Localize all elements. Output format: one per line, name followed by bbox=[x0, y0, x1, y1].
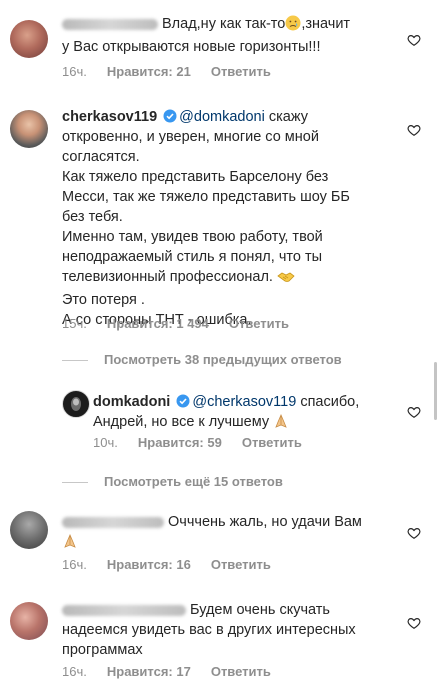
blurred-username bbox=[62, 604, 186, 616]
likes-count[interactable]: Нравится: 17 bbox=[107, 664, 191, 679]
reply-button[interactable]: Ответить bbox=[211, 664, 271, 679]
view-more-replies-button[interactable]: Посмотреть ещё 15 ответов bbox=[62, 474, 283, 489]
mention-link[interactable]: @domkadoni bbox=[179, 109, 265, 125]
scrollbar[interactable] bbox=[434, 362, 437, 420]
avatar[interactable] bbox=[10, 511, 48, 549]
heart-icon[interactable] bbox=[407, 33, 421, 47]
crying-face-emoji bbox=[285, 15, 301, 37]
comment-meta: 16ч. Нравится: 21 Ответить bbox=[62, 64, 291, 79]
blurred-username bbox=[62, 18, 158, 30]
verified-badge-icon bbox=[176, 394, 190, 408]
timestamp: 10ч. bbox=[93, 435, 118, 450]
divider bbox=[62, 360, 88, 362]
comment-meta: 16ч. Нравится: 17 Ответить bbox=[62, 664, 291, 679]
likes-count[interactable]: Нравится: 16 bbox=[107, 557, 191, 572]
reply-button[interactable]: Ответить bbox=[211, 64, 271, 79]
folded-hands-emoji bbox=[62, 533, 78, 555]
avatar[interactable] bbox=[62, 390, 90, 418]
handshake-emoji bbox=[277, 270, 295, 290]
avatar[interactable] bbox=[10, 20, 48, 58]
comment-text: Очччень жаль, но удачи Вам bbox=[62, 512, 402, 555]
heart-icon[interactable] bbox=[407, 123, 421, 137]
comment-meta: 15ч. Нравится: 1 494 Ответить bbox=[62, 316, 309, 331]
verified-badge-icon bbox=[163, 109, 177, 123]
blurred-username bbox=[62, 516, 164, 528]
reply-button[interactable]: Ответить bbox=[242, 435, 302, 450]
likes-count[interactable]: Нравится: 59 bbox=[138, 435, 222, 450]
likes-count[interactable]: Нравится: 1 494 bbox=[107, 316, 209, 331]
username[interactable]: cherkasov119 bbox=[62, 109, 157, 125]
reply-button[interactable]: Ответить bbox=[229, 316, 289, 331]
comment-text: cherkasov119 @domkadoni скажу откровенно… bbox=[62, 109, 350, 328]
avatar[interactable] bbox=[10, 110, 48, 148]
avatar[interactable] bbox=[10, 602, 48, 640]
reply-button[interactable]: Ответить bbox=[211, 557, 271, 572]
mention-link[interactable]: @cherkasov119 bbox=[192, 394, 296, 410]
divider bbox=[62, 482, 88, 484]
timestamp: 16ч. bbox=[62, 557, 87, 572]
comment-meta: 10ч. Нравится: 59 Ответить bbox=[93, 435, 322, 450]
folded-hands-emoji bbox=[273, 413, 289, 435]
comment-meta: 16ч. Нравится: 16 Ответить bbox=[62, 557, 291, 572]
comment-text: Влад,ну как так-то ,значит у Вас открыва… bbox=[62, 15, 351, 55]
comment-text: Будем очень скучать надеемся увидеть вас… bbox=[62, 602, 356, 658]
username[interactable]: domkadoni bbox=[93, 394, 170, 410]
heart-icon[interactable] bbox=[407, 405, 421, 419]
timestamp: 15ч. bbox=[62, 316, 87, 331]
timestamp: 16ч. bbox=[62, 664, 87, 679]
heart-icon[interactable] bbox=[407, 526, 421, 540]
timestamp: 16ч. bbox=[62, 64, 87, 79]
likes-count[interactable]: Нравится: 21 bbox=[107, 64, 191, 79]
comment-text: domkadoni @cherkasov119 спасибо, Андрей,… bbox=[93, 392, 403, 435]
heart-icon[interactable] bbox=[407, 616, 421, 630]
view-previous-replies-button[interactable]: Посмотреть 38 предыдущих ответов bbox=[62, 352, 342, 367]
